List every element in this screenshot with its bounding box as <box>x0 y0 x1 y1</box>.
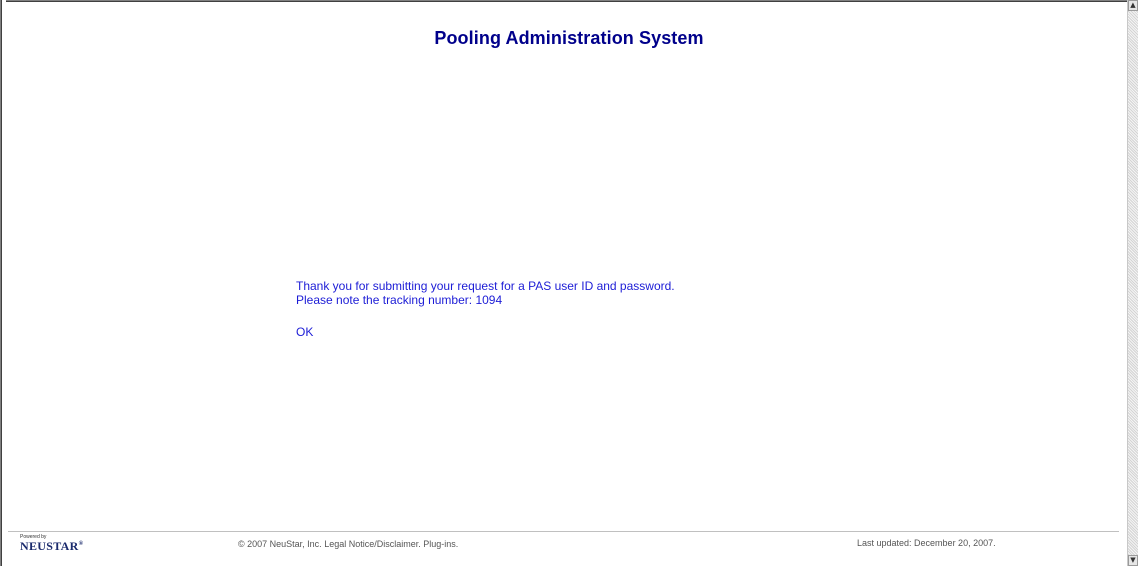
neustar-logo[interactable]: Powered by NEUSTAR® <box>20 534 110 556</box>
footer-links: © 2007 NeuStar, Inc. Legal Notice/Discla… <box>238 539 458 549</box>
frame-top-border <box>0 0 1127 6</box>
logo-wordmark: NEUSTAR® <box>20 539 83 554</box>
confirmation-line-2: Please note the tracking number: 1094 <box>296 293 675 307</box>
confirmation-line-1: Thank you for submitting your request fo… <box>296 279 675 293</box>
footer-divider <box>8 531 1119 533</box>
scroll-up-icon[interactable]: ▲ <box>1128 0 1138 11</box>
logo-registered-mark: ® <box>78 541 84 547</box>
copyright-text: © 2007 NeuStar, Inc. <box>238 539 322 549</box>
legal-notice-link[interactable]: Legal Notice/Disclaimer. <box>324 539 421 549</box>
scroll-down-icon[interactable]: ▼ <box>1128 555 1138 566</box>
last-updated: Last updated: December 20, 2007. <box>857 538 996 548</box>
vertical-scrollbar[interactable]: ▲ ▼ <box>1127 0 1138 566</box>
logo-name: NEUSTAR <box>20 539 79 553</box>
tracking-number: 1094 <box>475 293 503 307</box>
ok-link[interactable]: OK <box>296 325 313 339</box>
page-title: Pooling Administration System <box>434 28 704 48</box>
plugins-link[interactable]: Plug-ins. <box>423 539 458 549</box>
confirmation-message: Thank you for submitting your request fo… <box>296 279 675 307</box>
frame-left-border <box>0 0 6 566</box>
tracking-label: Please note the tracking number: <box>296 293 476 307</box>
browser-frame: ▲ ▼ Pooling Administration System Thank … <box>0 0 1138 566</box>
